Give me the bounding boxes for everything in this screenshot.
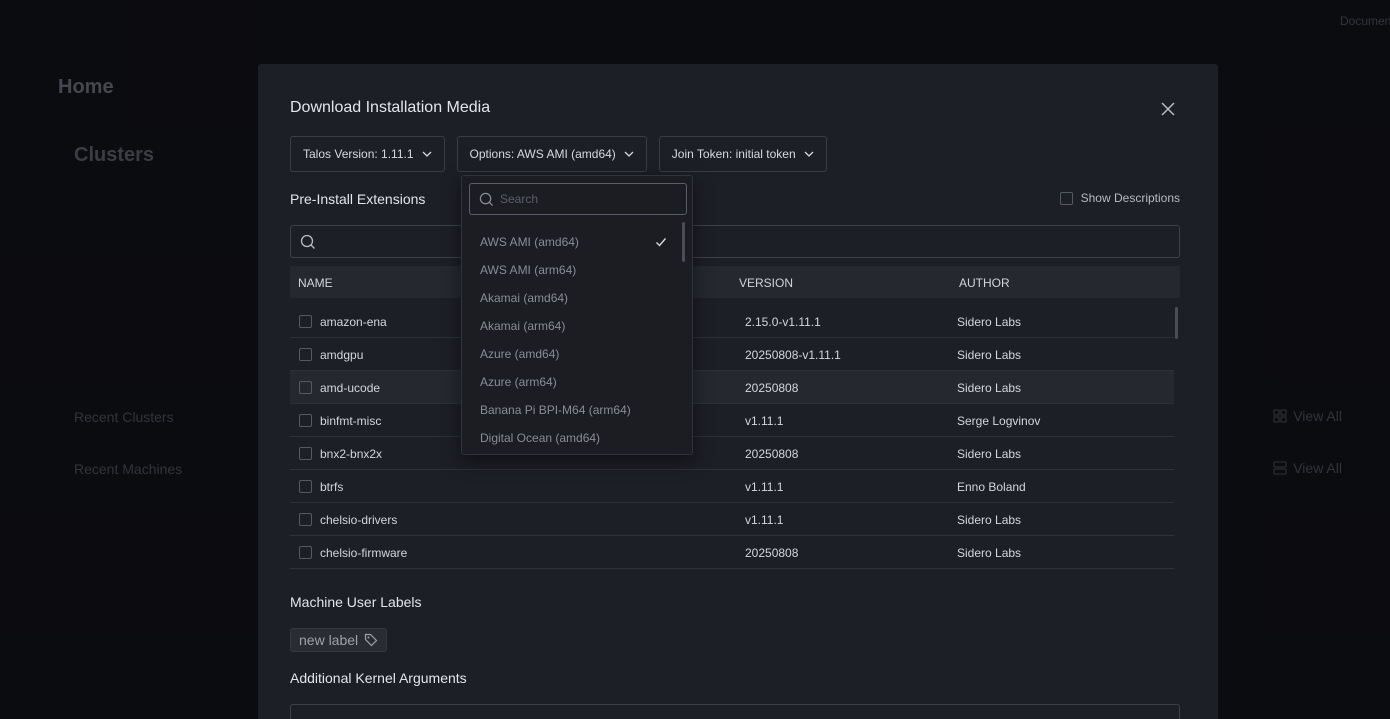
option-label: AWS AMI (amd64): [480, 235, 579, 249]
option-label: Akamai (arm64): [480, 319, 566, 333]
extension-name: binfmt-misc: [320, 414, 382, 428]
kernel-arguments-title: Additional Kernel Arguments: [290, 670, 467, 686]
new-label-button[interactable]: new label: [290, 628, 388, 652]
extension-author: Sidero Labs: [957, 447, 1022, 461]
column-version[interactable]: VERSION: [739, 276, 793, 290]
tag-icon: [365, 633, 378, 647]
options-search-input[interactable]: [500, 184, 680, 214]
table-row[interactable]: btrfs v1.11.1 Enno Boland: [290, 470, 1174, 503]
search-icon: [479, 192, 494, 207]
table-row[interactable]: amdgpu 20250808-v1.11.1 Sidero Labs: [290, 338, 1174, 371]
table-row[interactable]: bnx2-bnx2x 20250808 Sidero Labs: [290, 437, 1174, 470]
join-token-label: Join Token: initial token: [671, 147, 796, 161]
option-item-selected[interactable]: AWS AMI (amd64): [462, 228, 682, 256]
extension-author: Serge Logvinov: [957, 414, 1041, 428]
option-label: Azure (arm64): [480, 375, 557, 389]
option-item[interactable]: Akamai (amd64): [462, 284, 682, 312]
extension-name: chelsio-drivers: [320, 513, 398, 527]
extension-name: btrfs: [320, 480, 344, 494]
row-checkbox[interactable]: [299, 447, 312, 460]
extension-author: Sidero Labs: [957, 381, 1022, 395]
kernel-arguments-input[interactable]: [290, 704, 1180, 719]
extension-version: v1.11.1: [745, 513, 784, 527]
table-scrollbar[interactable]: [1175, 307, 1178, 339]
option-label: Akamai (amd64): [480, 291, 569, 305]
media-options-bar: Talos Version: 1.11.1 Options: AWS AMI (…: [290, 136, 827, 172]
extension-version: 20250808: [745, 546, 799, 560]
show-descriptions-toggle[interactable]: Show Descriptions: [1059, 191, 1180, 205]
column-author[interactable]: AUTHOR: [959, 276, 1010, 290]
extensions-table-header: NAME VERSION AUTHOR: [290, 266, 1180, 298]
option-item[interactable]: Banana Pi BPI-M64 (arm64): [462, 396, 682, 424]
options-label: Options: AWS AMI (amd64): [469, 147, 616, 161]
options-select[interactable]: Options: AWS AMI (amd64): [456, 136, 647, 172]
extension-author: Enno Boland: [957, 480, 1026, 494]
option-label: AWS AMI (arm64): [480, 263, 577, 277]
join-token-select[interactable]: Join Token: initial token: [658, 136, 827, 172]
extension-version: v1.11.1: [745, 414, 784, 428]
extension-version: 20250808: [745, 447, 799, 461]
options-search[interactable]: [469, 183, 687, 215]
row-checkbox[interactable]: [299, 513, 312, 526]
search-icon: [300, 234, 315, 249]
extension-author: Sidero Labs: [957, 513, 1022, 527]
talos-version-select[interactable]: Talos Version: 1.11.1: [290, 136, 445, 172]
column-name[interactable]: NAME: [298, 276, 333, 290]
extension-version: 20250808: [745, 381, 799, 395]
option-label: Azure (amd64): [480, 347, 560, 361]
modal-title: Download Installation Media: [290, 99, 491, 116]
table-row[interactable]: amazon-ena 2.15.0-v1.11.1 Sidero Labs: [290, 305, 1174, 338]
extension-name: amd-ucode: [320, 381, 381, 395]
table-row[interactable]: chelsio-drivers v1.11.1 Sidero Labs: [290, 503, 1174, 536]
option-item[interactable]: Digital Ocean (amd64): [462, 424, 682, 452]
row-checkbox[interactable]: [299, 480, 312, 493]
options-dropdown: AWS AMI (amd64) AWS AMI (arm64) Akamai (…: [461, 175, 693, 455]
download-media-modal: Download Installation Media Talos Versio…: [258, 64, 1218, 719]
machine-user-labels-title: Machine User Labels: [290, 594, 422, 610]
talos-version-label: Talos Version: 1.11.1: [303, 147, 414, 161]
row-checkbox[interactable]: [299, 546, 312, 559]
row-checkbox[interactable]: [299, 348, 312, 361]
row-checkbox[interactable]: [299, 414, 312, 427]
extension-author: Sidero Labs: [957, 546, 1022, 560]
pre-install-extensions-title: Pre-Install Extensions: [290, 191, 426, 207]
extension-name: chelsio-firmware: [320, 546, 408, 560]
table-row[interactable]: amd-ucode 20250808 Sidero Labs: [290, 371, 1174, 404]
row-checkbox[interactable]: [299, 381, 312, 394]
extension-version: v1.11.1: [745, 480, 784, 494]
chevron-down-icon: [624, 151, 634, 157]
option-item[interactable]: Azure (amd64): [462, 340, 682, 368]
chevron-down-icon: [804, 151, 814, 157]
close-icon[interactable]: [1159, 100, 1177, 118]
chevron-down-icon: [422, 151, 431, 157]
check-icon: [656, 238, 667, 247]
show-descriptions-label: Show Descriptions: [1080, 191, 1180, 205]
option-item[interactable]: AWS AMI (arm64): [462, 256, 682, 284]
extension-author: Sidero Labs: [957, 315, 1022, 329]
option-label: Digital Ocean (amd64): [480, 431, 601, 445]
option-item[interactable]: Akamai (arm64): [462, 312, 682, 340]
table-row[interactable]: binfmt-misc v1.11.1 Serge Logvinov: [290, 404, 1174, 437]
extension-name: amdgpu: [320, 348, 364, 362]
extension-name: amazon-ena: [320, 315, 387, 329]
options-list: AWS AMI (amd64) AWS AMI (arm64) Akamai (…: [462, 228, 682, 452]
extensions-table-body: amazon-ena 2.15.0-v1.11.1 Sidero Labs am…: [290, 305, 1174, 569]
option-item[interactable]: Azure (arm64): [462, 368, 682, 396]
row-checkbox[interactable]: [299, 315, 312, 328]
table-row[interactable]: chelsio-firmware 20250808 Sidero Labs: [290, 536, 1174, 569]
new-label-text: new label: [299, 632, 359, 648]
extension-author: Sidero Labs: [957, 348, 1022, 362]
options-scrollbar[interactable]: [682, 222, 685, 262]
extension-version: 2.15.0-v1.11.1: [745, 315, 821, 329]
extensions-search-input[interactable]: [290, 225, 1180, 258]
show-descriptions-checkbox[interactable]: [1059, 191, 1073, 205]
option-label: Banana Pi BPI-M64 (arm64): [480, 403, 631, 417]
extension-version: 20250808-v1.11.1: [745, 348, 841, 362]
extension-name: bnx2-bnx2x: [320, 447, 383, 461]
